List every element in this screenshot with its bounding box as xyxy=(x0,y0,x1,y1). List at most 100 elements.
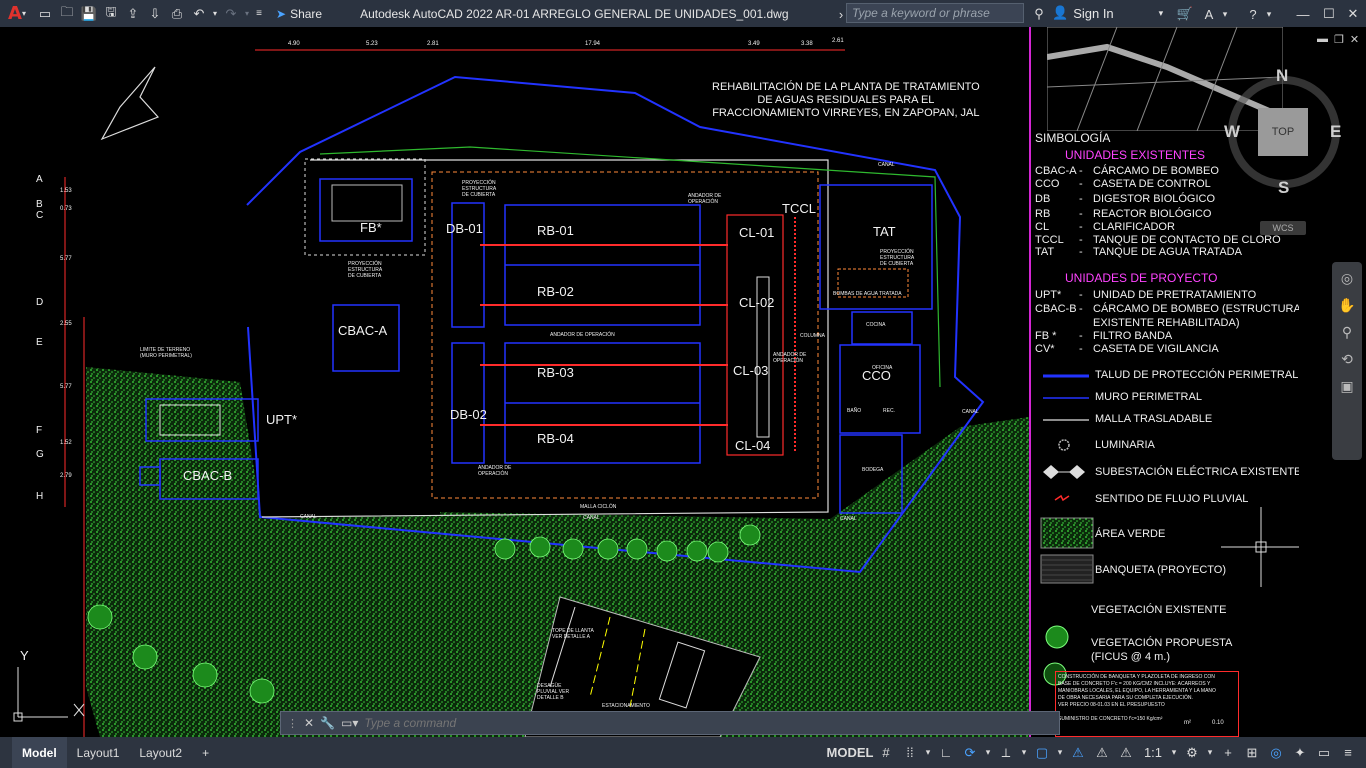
redo-icon[interactable]: ↷ xyxy=(220,3,242,25)
viewport-restore-icon[interactable]: ❐ xyxy=(1334,33,1344,46)
customize-qat-icon[interactable]: ≡ xyxy=(252,3,266,25)
ortho-icon[interactable]: ∟ xyxy=(934,741,958,765)
tab-model[interactable]: Model xyxy=(12,737,67,768)
legend-desc: CASETA DE VIGILANCIA xyxy=(1093,343,1219,355)
legend-desc: CÁRCAMO DE BOMBEO (ESTRUCTURA xyxy=(1093,303,1299,315)
unit-label-cbacb: CBAC-B xyxy=(183,468,233,483)
wcs-menu[interactable]: WCS xyxy=(1260,221,1306,235)
save-as-icon[interactable]: 🖫 xyxy=(100,3,122,25)
viewcube[interactable]: N S E W TOP xyxy=(1224,66,1344,206)
orbit-icon[interactable]: ⟲ xyxy=(1341,351,1353,368)
tab-layout2[interactable]: Layout2 xyxy=(129,737,192,768)
scale-dropdown[interactable]: 1:1 xyxy=(1138,741,1168,765)
grid-icon[interactable]: # xyxy=(874,741,898,765)
autocad-window: A ▾ ▭ 🗀 💾 🖫 ⇪ ⇩ ⎙ ↶ ▾ ↷ ▾ ≡ ➤ Share Autod… xyxy=(0,0,1366,768)
hardware-acceleration-icon[interactable]: ✦ xyxy=(1288,741,1312,765)
search-icon[interactable]: ⚲ xyxy=(1028,3,1050,25)
chevron-down-icon[interactable]: ▾ xyxy=(1018,741,1030,765)
legend-desc: EXISTENTE REHABILITADA) xyxy=(1093,317,1240,329)
legend-entry: DB - DIGESTOR BIOLÓGICO xyxy=(1035,193,1215,205)
open-file-icon[interactable]: 🗀 xyxy=(56,3,78,25)
unit-label-db02: DB-02 xyxy=(450,407,487,422)
annotation-label: CANAL xyxy=(840,516,857,522)
save-icon[interactable]: 💾 xyxy=(78,3,100,25)
compass-west[interactable]: W xyxy=(1224,122,1240,142)
plot-icon[interactable]: ⎙ xyxy=(166,3,188,25)
units-icon[interactable]: ⊞ xyxy=(1240,741,1264,765)
customization-icon[interactable]: ≡ xyxy=(1336,741,1360,765)
unit-label-cl02: CL-02 xyxy=(739,295,775,310)
wrench-icon[interactable]: 🔧 xyxy=(320,716,335,730)
undo-dropdown-icon[interactable]: ▾ xyxy=(210,3,220,25)
snap-icon[interactable]: ⁞⁞ xyxy=(898,741,922,765)
annotation-visibility-icon[interactable]: ⚠ xyxy=(1066,741,1090,765)
legend-symbol-label: TALUD DE PROTECCIÓN PERIMETRAL xyxy=(1095,369,1299,381)
add-icon[interactable]: + xyxy=(1216,741,1240,765)
isodraft-icon[interactable]: ⟂ xyxy=(994,741,1018,765)
chevron-down-icon[interactable]: ▾ xyxy=(1214,3,1236,25)
chevron-down-icon[interactable]: ▾ xyxy=(1204,741,1216,765)
redo-dropdown-icon[interactable]: ▾ xyxy=(242,3,252,25)
unit-label-tat: TAT xyxy=(873,224,896,239)
chevron-down-icon[interactable]: ▾ xyxy=(1168,741,1180,765)
grip-icon[interactable]: ⋮ xyxy=(287,717,298,730)
legend-section-title: UNIDADES DE PROYECTO xyxy=(1065,271,1218,285)
note-line: CONSTRUCCIÓN DE BANQUETA Y PLAZOLETA DE … xyxy=(1058,674,1215,680)
viewcube-top-face[interactable]: TOP xyxy=(1258,108,1308,156)
save-web-icon[interactable]: ⇩ xyxy=(144,3,166,25)
sign-in-button[interactable]: 👤 Sign In ▾ xyxy=(1052,5,1163,21)
chevron-down-icon[interactable]: ▾ xyxy=(982,741,994,765)
chevron-down-icon[interactable]: ▾ xyxy=(1258,3,1280,25)
annotation-scale-icon[interactable]: ⚠ xyxy=(1114,741,1138,765)
maximize-icon[interactable]: ☐ xyxy=(1318,3,1340,25)
compass-east[interactable]: E xyxy=(1330,122,1341,142)
chevron-down-icon[interactable]: ▾ xyxy=(922,741,934,765)
minimize-icon[interactable]: — xyxy=(1292,3,1314,25)
model-space-button[interactable]: MODEL xyxy=(826,741,874,765)
pan-icon[interactable]: ✋ xyxy=(1338,297,1355,314)
add-layout-button[interactable]: + xyxy=(192,737,219,768)
share-button[interactable]: ➤ Share xyxy=(276,7,322,21)
viewport-minimize-icon[interactable]: ▬ xyxy=(1317,33,1328,46)
search-input[interactable]: Type a keyword or phrase xyxy=(846,3,1024,23)
dimension-label: 4.90 xyxy=(288,41,300,47)
annotation-label: ESTACIONAMIENTO xyxy=(602,703,650,709)
legend-desc: TANQUE DE CONTACTO DE CLORO xyxy=(1093,234,1281,246)
legend-entry: CBAC-A - CÁRCAMO DE BOMBEO xyxy=(1035,165,1219,177)
object-snap-icon[interactable]: ▢ xyxy=(1030,741,1054,765)
new-file-icon[interactable]: ▭ xyxy=(34,3,56,25)
axis-label: D xyxy=(36,297,44,308)
dimension-label: 5.23 xyxy=(366,41,378,47)
compass-south[interactable]: S xyxy=(1278,178,1289,198)
zoom-icon[interactable]: ⚲ xyxy=(1342,324,1352,341)
isolate-objects-icon[interactable]: ◎ xyxy=(1264,741,1288,765)
cart-icon[interactable]: 🛒 xyxy=(1174,3,1196,25)
open-web-icon[interactable]: ⇪ xyxy=(122,3,144,25)
command-input[interactable] xyxy=(364,716,965,730)
command-line[interactable]: ⋮ ✕ 🔧 ▭▾ xyxy=(280,711,1060,735)
drawing-canvas[interactable]: REHABILITACIÓN DE LA PLANTA DE TRATAMIEN… xyxy=(0,27,1029,737)
viewport-close-icon[interactable]: ✕ xyxy=(1350,33,1359,46)
compass-north[interactable]: N xyxy=(1276,66,1288,86)
legend-symbol-label: (FICUS @ 4 m.) xyxy=(1091,651,1170,663)
unit-label-db01: DB-01 xyxy=(446,221,483,236)
application-menu-button[interactable]: A ▾ xyxy=(0,3,34,25)
annotation-label: COLUMNA xyxy=(800,333,826,339)
legend-dash: - xyxy=(1079,178,1083,190)
tab-layout1[interactable]: Layout1 xyxy=(67,737,130,768)
legend-dash: - xyxy=(1079,303,1083,315)
command-prompt-icon[interactable]: ▭▾ xyxy=(341,716,358,730)
undo-icon[interactable]: ↶ xyxy=(188,3,210,25)
polar-tracking-icon[interactable]: ⟳ xyxy=(958,741,982,765)
dimension-label: 0.73 xyxy=(60,206,72,212)
steering-wheel-icon[interactable]: ◎ xyxy=(1341,270,1353,287)
clean-screen-icon[interactable]: ▭ xyxy=(1312,741,1336,765)
showmotion-icon[interactable]: ▣ xyxy=(1340,378,1353,395)
workspace-gear-icon[interactable]: ⚙ xyxy=(1180,741,1204,765)
chevron-down-icon: ▾ xyxy=(1158,7,1164,18)
close-icon[interactable]: ✕ xyxy=(1342,3,1364,25)
close-icon[interactable]: ✕ xyxy=(304,716,314,730)
auto-scale-icon[interactable]: ⚠ xyxy=(1090,741,1114,765)
chevron-down-icon[interactable]: ▾ xyxy=(1054,741,1066,765)
legend-entry: TAT - TANQUE DE AGUA TRATADA xyxy=(1035,246,1242,258)
